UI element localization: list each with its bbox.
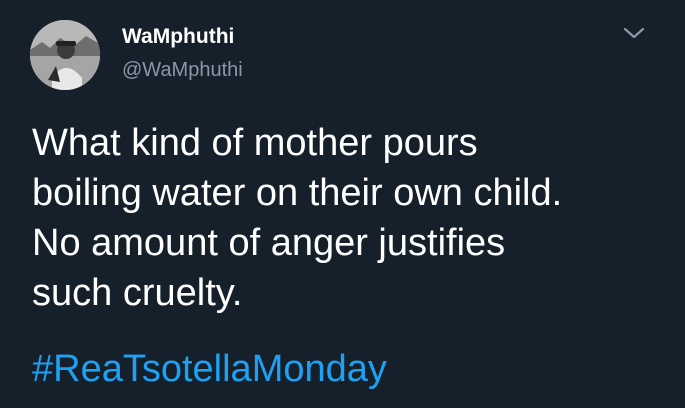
- tweet-text-line: No amount of anger justifies: [32, 222, 506, 264]
- user-avatar[interactable]: [30, 20, 100, 90]
- tweet-text-line: such cruelty.: [32, 272, 243, 314]
- tweet-text-line: boiling water on their own child.: [32, 172, 563, 214]
- chevron-down-icon[interactable]: [620, 22, 648, 44]
- author-handle[interactable]: @WaMphuthi: [122, 60, 243, 80]
- tweet-text: What kind of mother pours boiling water …: [32, 118, 672, 318]
- hashtag-link[interactable]: #ReaTsotellaMonday: [32, 344, 387, 394]
- tweet-text-line: What kind of mother pours: [32, 122, 478, 164]
- avatar-photo-icon: [30, 20, 100, 90]
- author-display-name[interactable]: WaMphuthi: [122, 26, 234, 47]
- tweet-card: WaMphuthi @WaMphuthi What kind of mother…: [0, 0, 685, 408]
